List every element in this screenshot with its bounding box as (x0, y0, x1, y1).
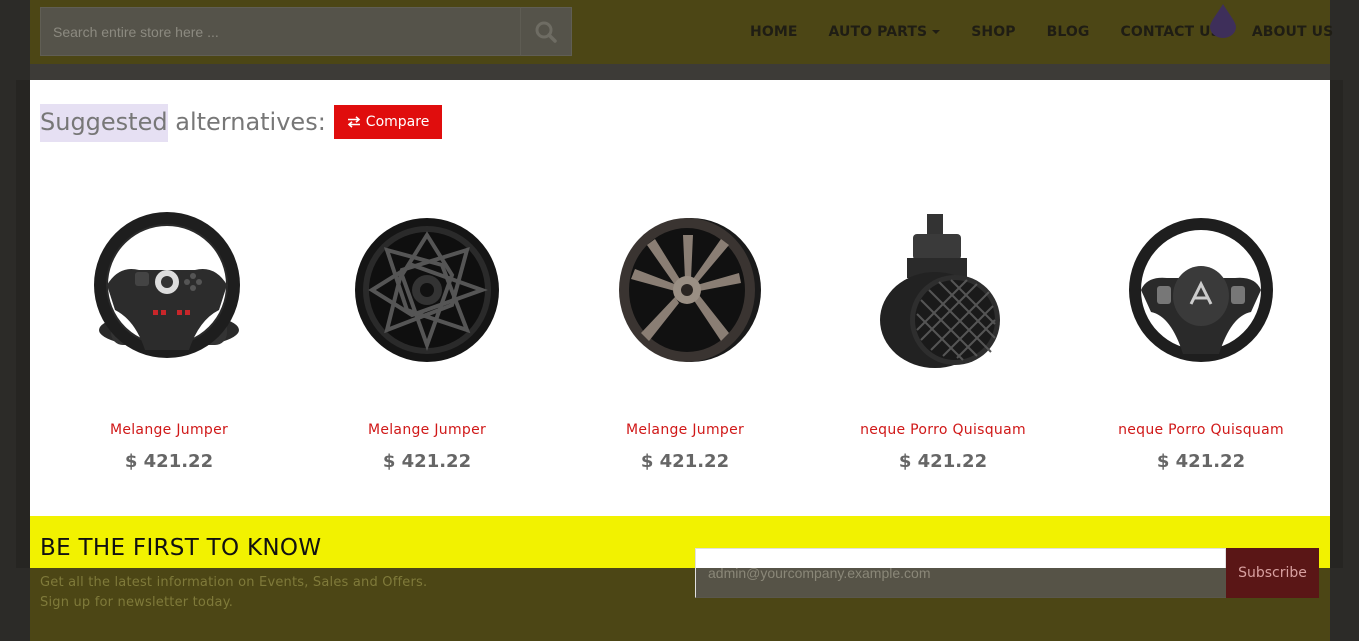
modal-header: Suggested alternatives: Compare (40, 104, 443, 142)
compare-button[interactable]: Compare (333, 105, 443, 139)
newsletter-description: Get all the latest information on Events… (40, 573, 427, 613)
title-rest: alternatives: (175, 108, 326, 136)
product-list: Melange Jumper $ 421.22 Melange Jumper $… (40, 190, 1330, 472)
header-shadow (30, 64, 1330, 80)
alloy-wheel-mesh-icon (355, 218, 499, 362)
product-name[interactable]: Melange Jumper (556, 422, 814, 438)
main-nav: HOME AUTO PARTS SHOP BLOG CONTACT US ABO… (750, 24, 1333, 40)
suggested-alternatives-modal: Suggested alternatives: Compare Melange … (30, 80, 1330, 516)
compare-label: Compare (365, 114, 430, 130)
subscribe-button[interactable]: Subscribe (1226, 548, 1319, 598)
nav-shop[interactable]: SHOP (971, 24, 1015, 40)
product-name[interactable]: neque Porro Quisquam (814, 422, 1072, 438)
alloy-wheel-spoke-icon (619, 218, 761, 362)
steering-wheel-gaming-icon (94, 212, 240, 358)
product-price: $ 421.22 (124, 451, 214, 472)
product-image[interactable] (814, 190, 1072, 390)
product-name[interactable]: Melange Jumper (298, 422, 556, 438)
product-image[interactable] (40, 190, 298, 390)
product-image[interactable] (298, 190, 556, 390)
product-image[interactable] (1072, 190, 1330, 390)
nav-blog[interactable]: BLOG (1047, 24, 1090, 40)
search-input[interactable]: Search entire store here ... (40, 7, 521, 56)
nav-about-us[interactable]: ABOUT US (1252, 24, 1333, 40)
newsletter-title: BE THE FIRST TO KNOW (40, 535, 322, 561)
caret-down-icon (932, 30, 941, 34)
product-price: $ 421.22 (640, 451, 730, 472)
product-price: $ 421.22 (382, 451, 472, 472)
product-card[interactable]: Melange Jumper $ 421.22 (298, 190, 556, 472)
title-highlight: Suggested (40, 104, 168, 142)
product-card[interactable]: neque Porro Quisquam $ 421.22 (1072, 190, 1330, 472)
air-flow-sensor-icon (880, 214, 1000, 368)
product-name[interactable]: neque Porro Quisquam (1072, 422, 1330, 438)
modal-title: Suggested alternatives: (40, 104, 326, 142)
nav-contact-us[interactable]: CONTACT US (1120, 24, 1220, 40)
newsletter-line-1: Get all the latest information on Events… (40, 575, 428, 590)
steering-wheel-car-icon (1129, 218, 1273, 362)
nav-auto-parts[interactable]: AUTO PARTS (829, 24, 941, 40)
newsletter-line-2: Sign up for newsletter today. (40, 595, 234, 610)
product-image[interactable] (556, 190, 814, 390)
search-icon (535, 21, 557, 43)
search-button[interactable] (520, 7, 572, 56)
product-price: $ 421.22 (1156, 451, 1246, 472)
product-card[interactable]: Melange Jumper $ 421.22 (556, 190, 814, 472)
newsletter-input-top (695, 548, 1226, 568)
product-card[interactable]: Melange Jumper $ 421.22 (40, 190, 298, 472)
modal-backdrop-right (1330, 80, 1343, 568)
exchange-icon (347, 116, 360, 128)
nav-auto-parts-label: AUTO PARTS (828, 24, 928, 40)
drop-icon (1210, 4, 1236, 38)
product-price: $ 421.22 (898, 451, 988, 472)
nav-home[interactable]: HOME (750, 24, 798, 40)
modal-backdrop-left (16, 80, 30, 568)
product-name[interactable]: Melange Jumper (40, 422, 298, 438)
product-card[interactable]: neque Porro Quisquam $ 421.22 (814, 190, 1072, 472)
